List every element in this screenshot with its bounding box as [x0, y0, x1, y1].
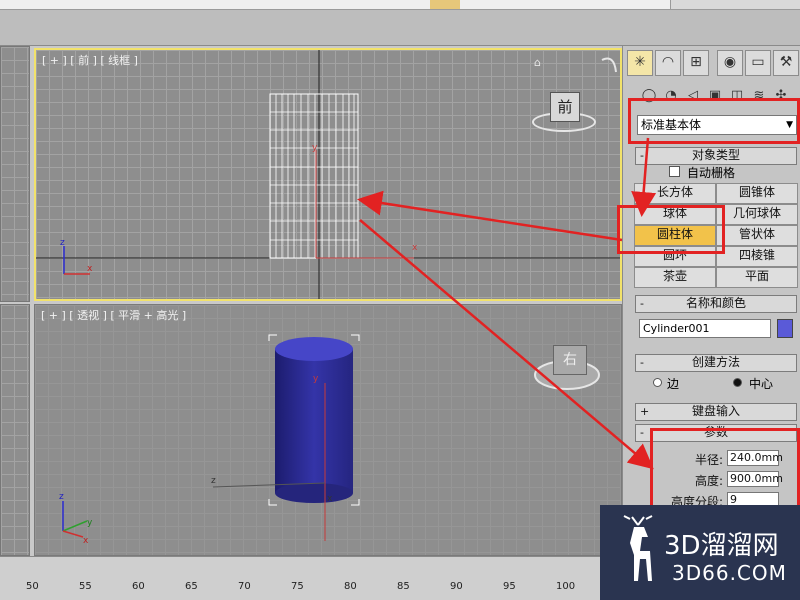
ruler-tick: 75 [291, 581, 304, 592]
deer-logo-icon [623, 515, 653, 581]
watermark: 3D溜溜网 3D66.COM [600, 505, 800, 600]
ruler-tick: 90 [450, 581, 463, 592]
ruler-tick: 80 [344, 581, 357, 592]
watermark-url: 3D66.COM [672, 561, 787, 585]
ruler-tick: 85 [397, 581, 410, 592]
ruler-tick: 100 [556, 581, 576, 592]
watermark-title: 3D溜溜网 [664, 531, 779, 561]
ruler-tick: 70 [238, 581, 251, 592]
ruler-tick: 55 [79, 581, 92, 592]
ruler-tick: 50 [26, 581, 39, 592]
ruler-tick: 65 [185, 581, 198, 592]
ruler-tick: 60 [132, 581, 145, 592]
ruler-tick: 95 [503, 581, 516, 592]
